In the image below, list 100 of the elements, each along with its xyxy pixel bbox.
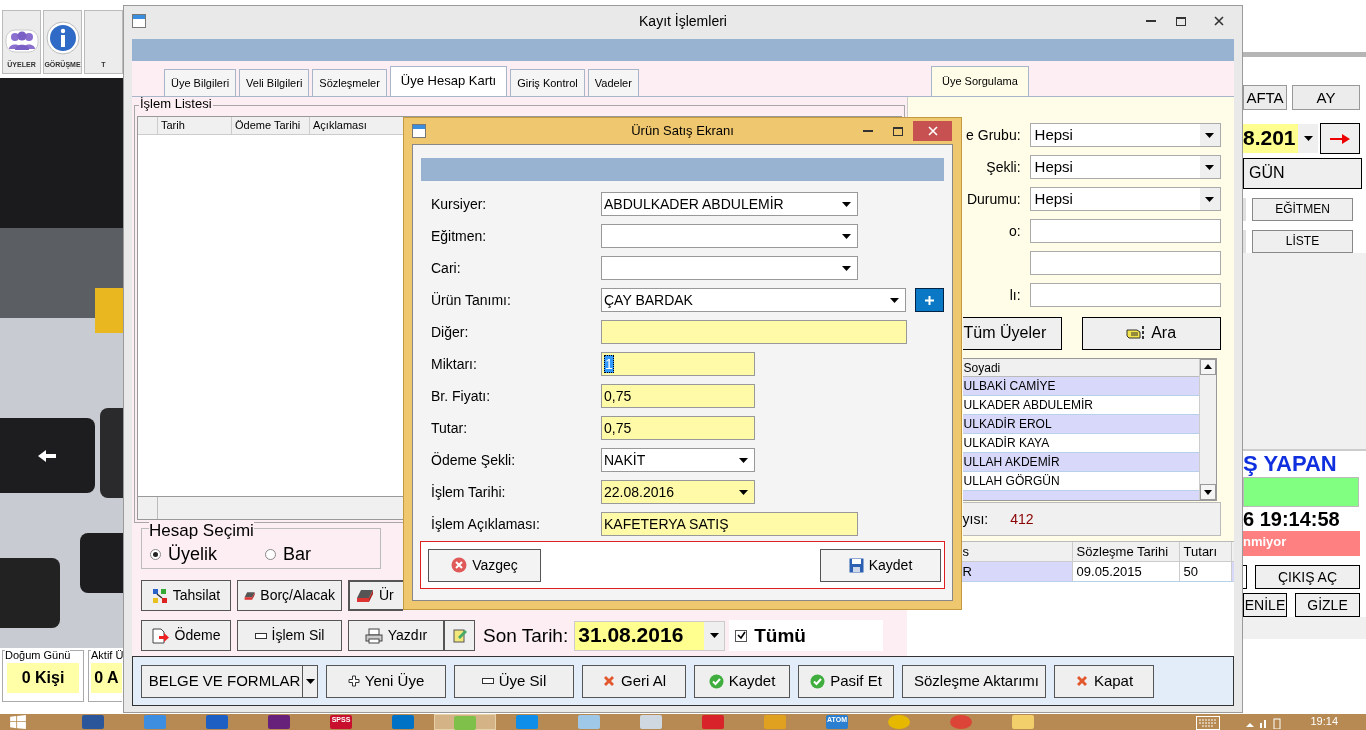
dropdown-button[interactable] bbox=[303, 664, 318, 698]
start-icon bbox=[10, 715, 26, 729]
input-field[interactable]: 0,75 bbox=[601, 384, 755, 408]
app-icon[interactable] bbox=[144, 715, 166, 729]
day-button[interactable]: GÜN bbox=[1243, 158, 1362, 189]
input-field[interactable] bbox=[1029, 251, 1221, 275]
input-field[interactable]: KAFETERYA SATIŞ bbox=[601, 512, 858, 536]
keyboard-icon bbox=[1196, 716, 1221, 730]
stat-value: 0 A bbox=[91, 663, 122, 693]
field-label: Tutar: bbox=[431, 419, 469, 438]
input-field[interactable]: 0,75 bbox=[601, 416, 755, 440]
side-button[interactable]: LİSTE bbox=[1252, 230, 1353, 253]
action-button[interactable]: Geri Al bbox=[582, 664, 686, 698]
app-icon[interactable] bbox=[950, 715, 972, 729]
app-icon[interactable] bbox=[82, 715, 104, 729]
app-icon[interactable] bbox=[578, 715, 600, 729]
radio-option[interactable]: Bar bbox=[265, 544, 311, 565]
list-row[interactable]: ULLAH GÖRGÜN bbox=[962, 472, 1199, 491]
dropdown-field[interactable] bbox=[601, 224, 858, 248]
input-field[interactable] bbox=[1029, 219, 1221, 243]
tab[interactable]: Giriş Kontrol bbox=[510, 69, 585, 96]
date-field[interactable]: 31.08.2016 bbox=[574, 620, 726, 651]
list-row[interactable]: ULKADİR KAYA bbox=[962, 434, 1199, 453]
dropdown-field[interactable]: Hepsi bbox=[1029, 123, 1221, 147]
clock-text: 19:14 bbox=[1310, 715, 1338, 728]
action-button[interactable]: İşlem Sil bbox=[237, 620, 342, 651]
dropdown-field[interactable]: Hepsi bbox=[1029, 155, 1221, 179]
dropdown-field[interactable]: Hepsi bbox=[1029, 187, 1221, 211]
app-icon[interactable] bbox=[764, 715, 786, 729]
table-cell: 09.05.2015 bbox=[1072, 562, 1180, 581]
tab[interactable]: Üye Bilgileri bbox=[164, 69, 237, 96]
date-field[interactable]: 8.201 bbox=[1243, 124, 1318, 153]
tab[interactable]: Veli Bilgileri bbox=[239, 69, 310, 96]
action-button[interactable]: Kaydet bbox=[694, 664, 790, 698]
maximize-icon bbox=[1176, 16, 1186, 26]
tab[interactable]: Üye Hesap Kartı bbox=[389, 66, 508, 96]
action-button[interactable]: Yeni Üye bbox=[326, 664, 446, 698]
tab[interactable]: Vadeler bbox=[587, 69, 639, 96]
clock-text: 6 19:14:58 bbox=[1243, 507, 1341, 531]
tab[interactable]: Üye Sorgulama bbox=[931, 66, 1029, 96]
app-icon[interactable] bbox=[206, 715, 228, 729]
add-button[interactable] bbox=[915, 288, 944, 312]
side-button[interactable]: EĞİTMEN bbox=[1252, 198, 1353, 221]
dropdown-field[interactable]: 22.08.2016 bbox=[601, 480, 755, 504]
dropdown-field[interactable]: ÇAY BARDAK bbox=[601, 288, 906, 312]
action-button[interactable]: Ödeme bbox=[141, 620, 231, 651]
radio-option[interactable]: Üyelik bbox=[150, 544, 217, 565]
dropdown-field[interactable] bbox=[601, 256, 858, 280]
dialog-button[interactable]: Kaydet bbox=[820, 548, 941, 582]
action-button[interactable]: ENİLE bbox=[1243, 593, 1287, 617]
search-button[interactable]: Ara bbox=[1081, 317, 1221, 350]
field-label: Ürün Tanımı: bbox=[431, 291, 512, 310]
app-icon[interactable] bbox=[392, 715, 414, 729]
action-button[interactable]: Üye Sil bbox=[454, 664, 574, 698]
app-icon[interactable] bbox=[454, 716, 476, 730]
field-label: Diğer: bbox=[431, 323, 470, 342]
action-button[interactable]: Yazdır bbox=[348, 620, 444, 651]
minimize-icon bbox=[1146, 20, 1156, 22]
input-field[interactable] bbox=[601, 320, 907, 344]
dropdown-field[interactable]: ABDULKADER ABDULEMİR bbox=[601, 192, 858, 216]
period-button[interactable]: AFTA bbox=[1243, 85, 1287, 110]
field-label: İşlem Açıklaması: bbox=[431, 515, 541, 534]
exit-button[interactable]: ÇIKIŞ AÇ bbox=[1255, 565, 1360, 589]
action-button[interactable]: Ür bbox=[348, 580, 403, 611]
dialog-button[interactable]: Vazgeç bbox=[428, 548, 541, 582]
tab[interactable]: Sözleşmeler bbox=[312, 69, 387, 96]
app-icon[interactable] bbox=[702, 715, 724, 729]
list-row[interactable]: ULKADER ABDULEMİR bbox=[962, 396, 1199, 415]
action-button[interactable]: Sözleşme Aktarımı bbox=[902, 664, 1046, 698]
field-label: Cari: bbox=[431, 259, 462, 278]
action-button[interactable]: Tahsilat bbox=[141, 580, 231, 611]
column-header: Tarih bbox=[158, 117, 232, 134]
action-button[interactable]: Pasif Et bbox=[798, 664, 894, 698]
app-icon[interactable] bbox=[1012, 715, 1034, 729]
app-icon[interactable] bbox=[640, 715, 662, 729]
action-button[interactable]: Borç/Alacak bbox=[237, 580, 342, 611]
taskbar-slot[interactable] bbox=[434, 714, 496, 730]
field-label: lı: bbox=[1008, 286, 1021, 305]
checkbox[interactable]: Tümü bbox=[729, 620, 884, 651]
window-title: Ürün Satış Ekranı bbox=[630, 123, 735, 139]
period-button[interactable]: AY bbox=[1292, 85, 1360, 110]
status-heading: Ş YAPAN bbox=[1243, 451, 1338, 477]
app-icon[interactable] bbox=[888, 715, 910, 729]
field-label: Ödeme Şekli: bbox=[431, 451, 517, 470]
arrow-button[interactable] bbox=[1320, 123, 1360, 154]
list-row[interactable]: ULKADİR EROL bbox=[962, 415, 1199, 434]
design-button[interactable] bbox=[444, 620, 475, 651]
app-icon[interactable] bbox=[516, 715, 538, 729]
input-field[interactable] bbox=[1029, 283, 1221, 307]
dropdown-field[interactable]: NAKİT bbox=[601, 448, 755, 472]
list-row[interactable]: ULBAKİ CAMİYE bbox=[962, 377, 1199, 396]
field-label: Son Tarih: bbox=[483, 624, 569, 647]
caret-icon bbox=[1205, 164, 1215, 170]
action-button[interactable]: GİZLE bbox=[1295, 593, 1360, 617]
action-button[interactable]: Kapat bbox=[1054, 664, 1154, 698]
list-row[interactable]: ULLAH AKDEMİR bbox=[962, 453, 1199, 472]
field-label: Miktarı: bbox=[431, 355, 478, 374]
field-label: Br. Fiyatı: bbox=[431, 387, 492, 406]
all-members-button[interactable]: Tüm Üyeler bbox=[962, 317, 1062, 350]
action-button[interactable]: BELGE VE FORMLAR bbox=[141, 664, 303, 698]
